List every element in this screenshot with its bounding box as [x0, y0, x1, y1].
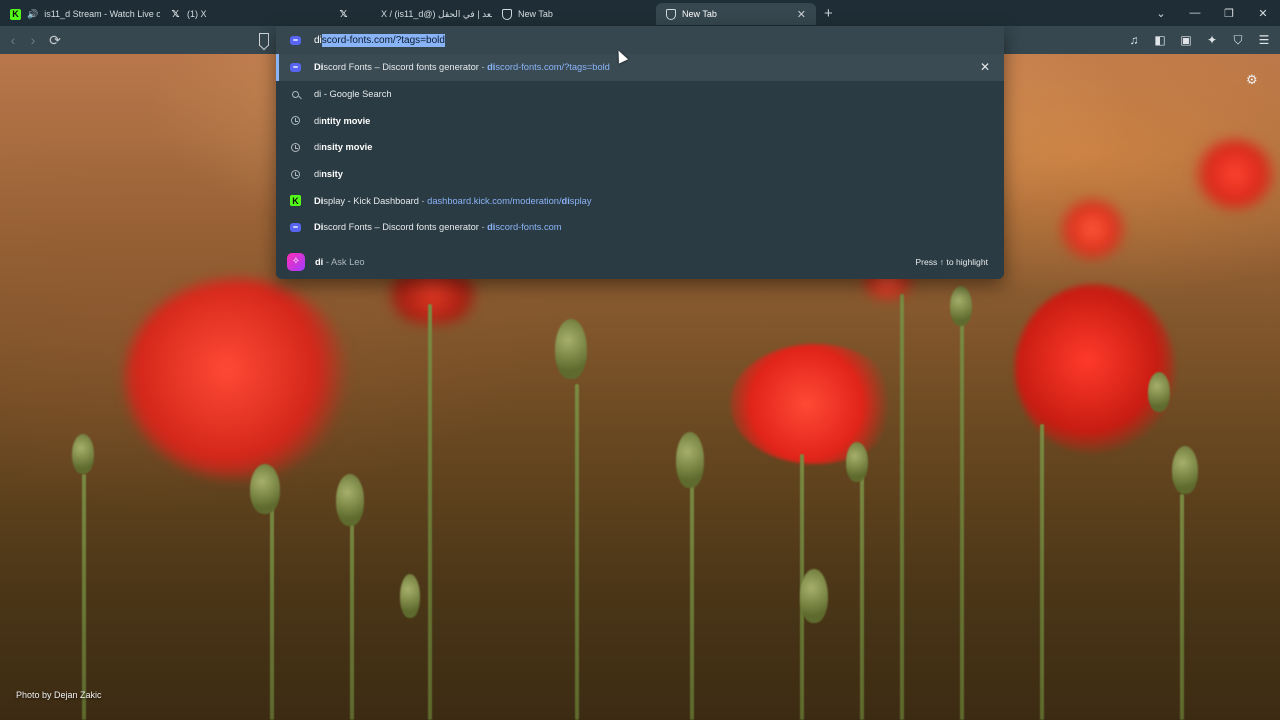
- tab-title: X / (is11_d@) سعد | في الحقل: [381, 8, 492, 19]
- customize-gear-icon[interactable]: ⚙: [1246, 73, 1258, 86]
- poppy-stem: [1040, 424, 1044, 720]
- suggestion-history-dinsity[interactable]: dinsity: [276, 161, 1004, 188]
- poppy-bud: [676, 432, 704, 488]
- poppy-stem: [428, 304, 432, 720]
- poppy-stem: [690, 474, 694, 720]
- address-input[interactable]: discord-fonts.com/?tags=bold: [314, 33, 445, 47]
- discord-icon: [290, 222, 301, 233]
- tab-new-tab[interactable]: New Tab: [492, 3, 656, 25]
- discord-icon: [290, 62, 301, 73]
- poppy-flower: [125, 279, 350, 479]
- suggestion-ask-leo[interactable]: ✧ di - Ask Leo Press ↑ to highlight: [276, 245, 1004, 279]
- tab-title: New Tab: [682, 9, 717, 19]
- poppy-bud: [72, 434, 94, 474]
- history-icon: [290, 142, 301, 153]
- omnibox-dropdown: discord-fonts.com/?tags=bold Discord Fon…: [276, 26, 1004, 279]
- poppy-flower: [730, 344, 900, 464]
- restore-button[interactable]: ❐: [1212, 0, 1246, 26]
- poppy-flower: [1015, 284, 1175, 454]
- forward-icon[interactable]: ›: [23, 32, 43, 48]
- poppy-bud: [250, 464, 280, 514]
- new-tab-plus-icon[interactable]: +: [824, 5, 833, 22]
- history-icon: [290, 115, 301, 126]
- leo-ai-icon: ✧: [287, 252, 305, 271]
- suggestion-google-search[interactable]: di - Google Search: [276, 81, 1004, 108]
- remove-suggestion-icon[interactable]: ✕: [980, 60, 990, 74]
- back-icon[interactable]: ‹: [3, 32, 23, 48]
- poppy-bud: [846, 442, 868, 482]
- suggestion-text: Discord Fonts – Discord fonts generator …: [314, 62, 610, 73]
- poppy-stem: [960, 314, 964, 720]
- poppy-stem: [900, 294, 904, 720]
- tab-x-profile[interactable]: 𝕏 X / (is11_d@) سعد | في الحقل: [328, 3, 492, 25]
- poppy-bud: [555, 319, 587, 379]
- tab-new-tab-active[interactable]: New Tab ✕: [656, 3, 816, 25]
- poppy-stem: [350, 494, 354, 720]
- poppy-stem: [82, 474, 86, 720]
- history-icon: [290, 169, 301, 180]
- autocomplete-selection: scord-fonts.com/?tags=bold: [321, 33, 445, 47]
- poppy-bud: [1172, 446, 1198, 494]
- tab-search-chevron-icon[interactable]: ⌄: [1144, 0, 1178, 26]
- suggestion-discord-fonts-bold[interactable]: Discord Fonts – Discord fonts generator …: [276, 54, 1004, 81]
- suggestion-text: di - Google Search: [314, 89, 392, 100]
- poppy-stem: [860, 474, 864, 720]
- reload-icon[interactable]: ⟳: [45, 32, 65, 49]
- suggestion-list: Discord Fonts – Discord fonts generator …: [276, 54, 1004, 279]
- photo-credit[interactable]: Photo by Dejan Zakic: [16, 690, 102, 700]
- suggestion-history-dinsity-movie[interactable]: dinsity movie: [276, 134, 1004, 161]
- poppy-stem: [1180, 494, 1184, 720]
- suggestion-text: Discord Fonts – Discord fonts generator …: [314, 222, 562, 233]
- tab-title: New Tab: [518, 9, 553, 19]
- sidebar-icon[interactable]: ◧: [1152, 32, 1168, 48]
- suggestion-text: dinsity: [314, 169, 343, 180]
- media-control-icon[interactable]: ♫: [1126, 32, 1142, 48]
- address-bar[interactable]: discord-fonts.com/?tags=bold: [276, 26, 1004, 54]
- poppy-bud: [400, 574, 420, 618]
- suggestion-kick-dashboard[interactable]: K Display - Kick Dashboard - dashboard.k…: [276, 187, 1004, 214]
- tab-strip: K 🔊 is11_d Stream - Watch Live on Ki 𝕏 (…: [0, 0, 1280, 26]
- audio-playing-icon[interactable]: 🔊: [27, 9, 38, 20]
- close-window-button[interactable]: ✕: [1246, 0, 1280, 26]
- menu-icon[interactable]: ☰: [1256, 32, 1272, 48]
- poppy-bud: [1148, 372, 1170, 412]
- brave-shield-icon: [502, 8, 512, 20]
- poppy-bud: [800, 569, 828, 623]
- poppy-flower: [1195, 139, 1275, 209]
- tab-kick-stream[interactable]: K 🔊 is11_d Stream - Watch Live on Ki: [0, 3, 160, 25]
- tab-title: is11_d Stream - Watch Live on Ki: [44, 9, 160, 19]
- window-controls: ⌄ — ❐ ✕: [1144, 0, 1280, 26]
- tab-x-home[interactable]: 𝕏 (1) X: [160, 3, 328, 25]
- suggestion-text: Display - Kick Dashboard - dashboard.kic…: [314, 195, 592, 206]
- suggestion-discord-fonts[interactable]: Discord Fonts – Discord fonts generator …: [276, 214, 1004, 241]
- kick-icon: K: [290, 195, 301, 207]
- close-tab-icon[interactable]: ✕: [797, 8, 806, 21]
- leo-ai-icon[interactable]: ✦: [1204, 32, 1220, 48]
- poppy-stem: [575, 384, 579, 720]
- suggestion-text: dinsity movie: [314, 142, 373, 153]
- suggestion-text: dintity movie: [314, 115, 371, 126]
- brave-shield-icon: [666, 8, 676, 20]
- toolbar-extensions: ♫ ◧ ▣ ✦ ⛉ ☰: [1126, 26, 1272, 54]
- poppy-bud: [336, 474, 364, 526]
- x-icon: 𝕏: [171, 8, 180, 20]
- suggestion-history-dintity-movie[interactable]: dintity movie: [276, 107, 1004, 134]
- bookmark-icon[interactable]: [259, 33, 269, 46]
- suggestion-text: di - Ask Leo: [315, 256, 365, 267]
- poppy-bud: [950, 286, 972, 326]
- keyboard-hint: Press ↑ to highlight: [915, 256, 988, 267]
- vpn-shield-icon[interactable]: ⛉: [1230, 32, 1246, 48]
- search-icon: [290, 89, 301, 100]
- poppy-stem: [270, 494, 274, 720]
- typed-text: di: [314, 34, 322, 46]
- x-icon: 𝕏: [339, 8, 348, 20]
- poppy-flower: [1060, 199, 1125, 259]
- kick-icon: K: [10, 8, 21, 20]
- tab-title: (1) X: [187, 9, 207, 19]
- minimize-button[interactable]: —: [1178, 0, 1212, 26]
- discord-icon: [290, 35, 301, 45]
- wallet-icon[interactable]: ▣: [1178, 32, 1194, 48]
